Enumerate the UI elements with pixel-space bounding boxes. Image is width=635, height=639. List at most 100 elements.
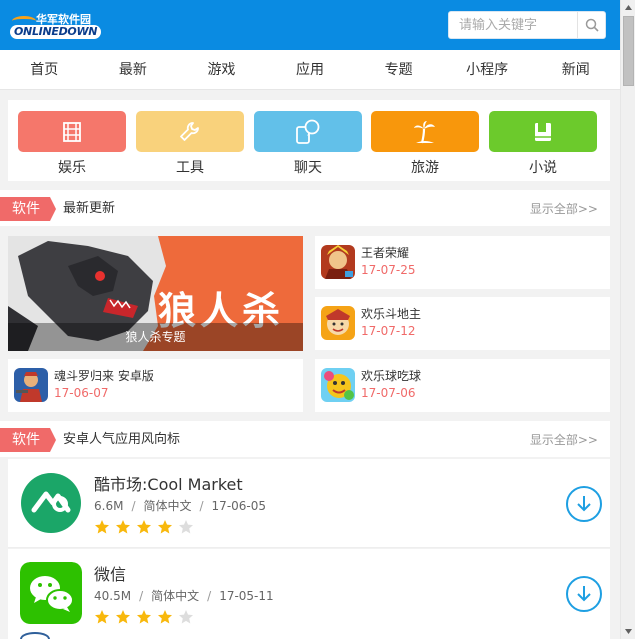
main-nav: 首页 最新 游戏 应用 专题 小程序 新闻 (0, 50, 620, 90)
nav-home[interactable]: 首页 (0, 50, 89, 89)
app-card-contra-returns[interactable]: 魂斗罗归来 安卓版 17-06-07 (8, 359, 303, 412)
download-icon (577, 496, 591, 512)
nav-latest[interactable]: 最新 (89, 50, 178, 89)
category-label: 工具 (176, 160, 204, 176)
category-chat[interactable]: 聊天 (254, 111, 362, 176)
app-card-ball-eat-ball[interactable]: 欢乐球吃球 17-07-06 (315, 359, 610, 412)
nav-topics[interactable]: 专题 (354, 50, 443, 89)
download-button[interactable] (566, 486, 602, 522)
download-button[interactable] (566, 576, 602, 612)
page-viewport: 华军软件园 ONLINEDOWN 首页 最新 游戏 应用 专题 小程序 新闻 (0, 0, 620, 639)
nav-apps[interactable]: 应用 (266, 50, 355, 89)
logo-text-en: ONLINEDOWN (10, 25, 102, 39)
next-app-icon (20, 632, 50, 639)
cool-market-icon (20, 472, 82, 534)
category-box (371, 111, 479, 152)
category-box (18, 111, 126, 152)
banner-caption: 狼人杀专题 (8, 323, 303, 351)
app-row-wechat[interactable]: 微信 40.5M / 简体中文/17-05-11 (8, 549, 610, 638)
category-novel[interactable]: 小说 (489, 111, 597, 176)
app-date: 17-07-12 (361, 324, 416, 338)
show-all-link[interactable]: 显示全部>> (530, 190, 598, 228)
header-bar: 华军软件园 ONLINEDOWN (0, 0, 620, 50)
section-latest-header: 软件 最新更新 显示全部>> (0, 190, 610, 226)
honor-of-kings-icon (321, 245, 355, 279)
category-box (136, 111, 244, 152)
section-popular-header: 软件 安卓人气应用风向标 显示全部>> (0, 421, 610, 457)
app-card-honor-of-kings[interactable]: 王者荣耀 17-07-25 (315, 236, 610, 289)
category-box (254, 111, 362, 152)
app-date: 17-07-25 (361, 263, 416, 277)
category-label: 娱乐 (58, 160, 86, 176)
star-filled-icon (158, 520, 172, 534)
wrench-icon (180, 121, 199, 141)
rating-stars (94, 609, 194, 625)
star-filled-icon (95, 610, 109, 624)
arrow-down-icon (625, 629, 632, 634)
section-title: 安卓人气应用风向标 (63, 432, 181, 447)
download-icon (577, 586, 591, 602)
section-tag: 软件 (0, 197, 56, 221)
category-tools[interactable]: 工具 (136, 111, 244, 176)
app-row-cool-market[interactable]: 酷市场:Cool Market 6.6M / 简体中文/17-06-05 (8, 459, 610, 548)
category-box (489, 111, 597, 152)
arrow-up-icon (625, 5, 632, 10)
nav-mini-programs[interactable]: 小程序 (443, 50, 532, 89)
palm-tree-icon (414, 120, 435, 143)
app-size: 40.5M (94, 589, 132, 603)
app-card-happy-landlord[interactable]: 欢乐斗地主 17-07-12 (315, 297, 610, 350)
scrollbar-thumb[interactable] (623, 16, 634, 86)
category-label: 小说 (529, 160, 557, 176)
star-filled-icon (116, 520, 130, 534)
nav-games[interactable]: 游戏 (177, 50, 266, 89)
werewolf-banner[interactable]: 狼人杀 狼人杀专题 (8, 236, 303, 351)
wechat-icon (20, 562, 82, 624)
search-input[interactable] (449, 12, 579, 38)
app-name: 欢乐斗地主 (361, 307, 422, 321)
star-filled-icon (116, 610, 130, 624)
scroll-down-arrow[interactable] (621, 624, 635, 639)
app-name: 王者荣耀 (361, 246, 410, 260)
app-meta: 6.6M / 简体中文/17-06-05 (94, 499, 267, 513)
search-box (448, 11, 606, 39)
app-name: 微信 (94, 565, 127, 584)
rating-stars (94, 519, 194, 535)
app-name: 魂斗罗归来 安卓版 (54, 369, 154, 383)
star-empty-icon (179, 520, 193, 534)
app-date: 17-05-11 (219, 589, 274, 603)
app-language: 简体中文 (151, 589, 200, 603)
star-filled-icon (95, 520, 109, 534)
star-filled-icon (137, 610, 151, 624)
app-row-next-peek (8, 629, 610, 639)
onlinedown-logo[interactable]: 华军软件园 ONLINEDOWN (10, 8, 102, 44)
app-date: 17-07-06 (361, 386, 416, 400)
app-name: 酷市场:Cool Market (94, 475, 243, 494)
section-tag: 软件 (0, 428, 56, 452)
happy-landlord-icon (321, 306, 355, 340)
star-filled-icon (137, 520, 151, 534)
search-icon (585, 18, 599, 32)
category-label: 聊天 (294, 160, 322, 176)
app-language: 简体中文 (143, 499, 192, 513)
app-name: 欢乐球吃球 (361, 369, 422, 383)
category-label: 旅游 (411, 160, 439, 176)
category-grid: 娱乐 工具 聊天 旅游 小说 (8, 100, 610, 181)
app-date: 17-06-07 (54, 386, 109, 400)
category-entertainment[interactable]: 娱乐 (18, 111, 126, 176)
star-filled-icon (158, 610, 172, 624)
app-size: 6.6M (94, 499, 124, 513)
search-button[interactable] (577, 12, 605, 38)
app-meta: 40.5M / 简体中文/17-05-11 (94, 589, 274, 603)
show-all-link[interactable]: 显示全部>> (530, 421, 598, 459)
app-date: 17-06-05 (211, 499, 267, 513)
contra-returns-icon (14, 368, 48, 402)
ball-eat-ball-icon (321, 368, 355, 402)
nav-news[interactable]: 新闻 (531, 50, 620, 89)
film-icon (63, 121, 81, 142)
chat-icon (296, 119, 320, 144)
book-icon (535, 122, 551, 141)
category-travel[interactable]: 旅游 (371, 111, 479, 176)
vertical-scrollbar[interactable] (620, 0, 635, 639)
star-empty-icon (179, 610, 193, 624)
scroll-up-arrow[interactable] (621, 0, 635, 15)
